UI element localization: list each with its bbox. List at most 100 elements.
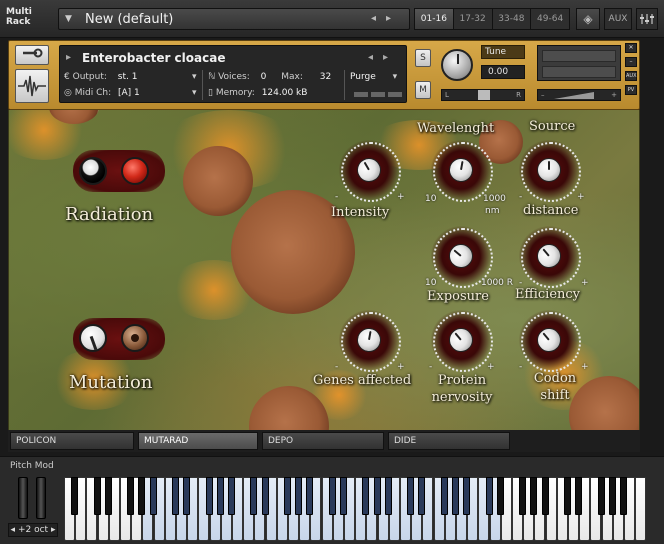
pan-slider[interactable]: L R [441,89,525,101]
pv-toggle[interactable]: PV [625,85,637,95]
piano-black-key[interactable] [362,477,370,515]
efficiency-knob[interactable] [519,226,581,288]
instrument-header: ▸ Enterobacter cloacae ◂▸ € Output: st. … [8,40,640,110]
piano-black-key[interactable] [485,477,493,515]
piano-black-key[interactable] [328,477,336,515]
wrench-icon[interactable] [15,45,49,65]
piano-black-key[interactable] [440,477,448,515]
aux-toggle[interactable]: AUX [625,71,637,81]
piano-black-key[interactable] [373,477,381,515]
piano-black-key[interactable] [608,477,616,515]
radiation-off-switch[interactable] [79,157,107,185]
piano-black-key[interactable] [564,477,571,515]
mixer-icon[interactable] [636,8,658,30]
piano-keyboard[interactable] [64,477,647,541]
piano-black-key[interactable] [284,477,291,515]
piano-black-key[interactable] [149,477,157,515]
piano-black-key[interactable] [407,477,415,515]
voices-value: 0 [260,72,267,82]
bank-49-64[interactable]: 49-64 [531,9,569,29]
mutation-switch-1[interactable] [79,324,107,352]
mod-wheel[interactable] [36,477,46,519]
piano-black-key[interactable] [306,477,314,515]
codon-shift-knob[interactable] [519,310,581,372]
piano-black-key[interactable] [228,477,235,515]
bank-17-32[interactable]: 17-32 [454,9,493,29]
tune-label: Tune [481,45,525,59]
piano-black-key[interactable] [496,477,504,515]
bank-33-48[interactable]: 33-48 [493,9,532,29]
tab-depo[interactable]: DEPO [262,432,384,450]
chevron-down-icon: ▾ [192,72,197,82]
piano-black-key[interactable] [205,477,213,515]
max-voices-value[interactable]: 32 [320,72,331,82]
efficiency-max: + [581,278,589,288]
piano-black-key[interactable] [104,477,112,515]
protein-nervosity-knob[interactable] [431,310,493,372]
preset-nav-arrows-icon[interactable]: ◂▸ [371,13,401,24]
tab-policon[interactable]: POLICON [10,432,134,450]
rack-view-icon[interactable]: ◈ [576,8,600,30]
aux-button[interactable]: AUX [604,8,632,30]
source-distance-knob[interactable] [519,140,581,202]
wavelength-knob[interactable] [431,140,493,202]
collapse-arrow-icon[interactable]: ▸ [66,52,71,63]
protein-max: + [487,362,495,372]
rack-preset-selector[interactable]: ▼ New (default) ◂▸ [58,8,410,30]
octave-shift[interactable]: ◂ +2 oct ▸ [8,523,58,537]
piano-black-key[interactable] [216,477,224,515]
instrument-name[interactable]: Enterobacter cloacae [82,51,225,65]
tune-value[interactable]: 0.00 [481,65,525,79]
piano-black-key[interactable] [127,477,135,515]
piano-black-key[interactable] [138,477,146,515]
chevron-right-icon[interactable]: ▸ [51,525,56,535]
exposure-knob[interactable] [431,226,493,288]
piano-black-key[interactable] [463,477,471,515]
piano-black-key[interactable] [250,477,258,515]
piano-black-key[interactable] [183,477,191,515]
mute-button[interactable]: M [415,81,431,99]
piano-black-key[interactable] [384,477,392,515]
piano-black-key[interactable] [541,477,549,515]
purge-menu[interactable]: Purge ▾ [350,72,397,82]
max-label: Max: [281,72,303,82]
bank-01-16[interactable]: 01-16 [415,9,454,29]
piano-black-key[interactable] [620,477,627,515]
piano-black-key[interactable] [340,477,347,515]
piano-black-key[interactable] [295,477,303,515]
pitch-wheel[interactable] [18,477,28,519]
piano-black-key[interactable] [261,477,269,515]
midi-channel-row[interactable]: ◎ Midi Ch: [A] 1 ▾ [64,88,197,98]
piano-black-key[interactable] [597,477,605,515]
genes-affected-knob-cap [355,326,383,354]
minus-icon: – [541,91,545,99]
mutation-switch-2[interactable] [121,324,149,352]
chevron-left-icon[interactable]: ◂ [11,525,16,535]
piano-white-key[interactable] [635,477,647,541]
radiation-on-switch[interactable] [121,157,149,185]
minimize-icon[interactable]: – [625,57,637,67]
piano-black-key[interactable] [519,477,527,515]
piano-black-key[interactable] [418,477,426,515]
tune-knob[interactable] [441,49,473,81]
volume-slider[interactable]: – + [537,89,621,101]
piano-black-key[interactable] [172,477,179,515]
piano-black-key[interactable] [575,477,583,515]
piano-black-key[interactable] [530,477,538,515]
tab-dide[interactable]: DIDE [388,432,510,450]
solo-button[interactable]: S [415,49,431,67]
multi-rack-label: Multi Rack [6,7,32,27]
tab-mutarad[interactable]: MUTARAD [138,432,258,450]
genes-affected-knob[interactable] [339,310,401,372]
piano-black-key[interactable] [93,477,101,515]
intensity-knob[interactable] [339,140,401,202]
output-row[interactable]: € Output: st. 1 ▾ [64,72,197,82]
pan-handle[interactable] [478,90,490,100]
distance-min: - [519,192,523,202]
piano-black-key[interactable] [452,477,459,515]
instrument-nav-arrows-icon[interactable]: ◂▸ [368,52,398,63]
protein-nervosity-label: Protein nervosity [431,373,493,405]
waveform-icon[interactable] [15,69,49,103]
close-icon[interactable]: ✕ [625,43,637,53]
piano-black-key[interactable] [71,477,79,515]
